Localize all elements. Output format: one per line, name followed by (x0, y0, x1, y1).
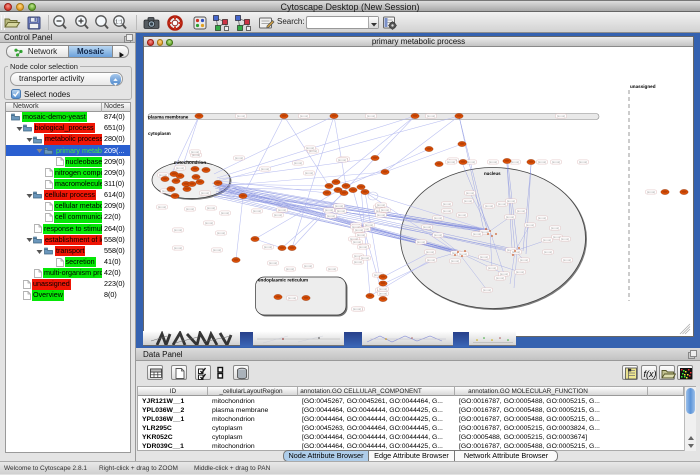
svg-text:(xx xx): (xx xx) (552, 160, 560, 164)
svg-text:(xx xx): (xx xx) (516, 270, 524, 274)
svg-text:(xx xx): (xx xx) (480, 255, 488, 259)
svg-text:(xx xx): (xx xx) (355, 228, 363, 232)
svg-text:(xx xx): (xx xx) (359, 245, 367, 249)
svg-text:(xx xx): (xx xx) (496, 276, 504, 280)
svg-text:(xx xx): (xx xx) (526, 223, 534, 227)
svg-text:endoplasmic reticulum: endoplasmic reticulum (258, 278, 308, 283)
svg-text:(xx xx): (xx xx) (381, 208, 389, 212)
svg-text:(xx xx): (xx xx) (538, 216, 546, 220)
svg-text:(xx xx): (xx xx) (201, 191, 209, 195)
svg-text:(xx xx): (xx xx) (261, 167, 269, 171)
svg-text:(xx xx): (xx xx) (512, 250, 520, 254)
svg-text:(xx xx): (xx xx) (174, 246, 182, 250)
svg-text:(xx xx): (xx xx) (563, 258, 571, 262)
svg-text:(xx xx): (xx xx) (488, 266, 496, 270)
svg-text:(xx xx): (xx xx) (205, 221, 213, 225)
svg-text:1:1: 1:1 (115, 20, 123, 26)
svg-text:(xx xx): (xx xx) (221, 211, 229, 215)
svg-text:(xx xx): (xx xx) (325, 208, 333, 212)
svg-text:(xx xx): (xx xx) (288, 296, 296, 300)
svg-text:(xx xx): (xx xx) (361, 256, 369, 260)
svg-text:(xx xx): (xx xx) (327, 214, 335, 218)
svg-text:(xx xx): (xx xx) (335, 204, 343, 208)
svg-text:(xx xx): (xx xx) (443, 202, 451, 206)
svg-text:(xx xx): (xx xx) (579, 160, 587, 164)
svg-text:(xx xx): (xx xx) (458, 213, 466, 217)
svg-text:(xx xx): (xx xx) (511, 160, 519, 164)
svg-text:(xx xx): (xx xx) (517, 209, 525, 213)
svg-text:(xx xx): (xx xx) (557, 114, 565, 118)
svg-text:(xx xx): (xx xx) (485, 204, 493, 208)
svg-text:(xx xx): (xx xx) (447, 160, 455, 164)
svg-text:(xx xx): (xx xx) (213, 248, 221, 252)
svg-text:(xx xx): (xx xx) (451, 259, 459, 263)
svg-text:(xx xx): (xx xx) (158, 205, 166, 209)
svg-text:(xx xx): (xx xx) (561, 237, 569, 241)
svg-text:f(x): f(x) (644, 369, 657, 379)
svg-text:(xx xx): (xx xx) (306, 146, 314, 150)
svg-text:(xx xx): (xx xx) (191, 150, 199, 154)
svg-text:(xx xx): (xx xx) (338, 158, 346, 162)
svg-text:(xx xx): (xx xx) (235, 156, 243, 160)
svg-text:(xx xx): (xx xx) (217, 231, 225, 235)
svg-text:(xx xx): (xx xx) (473, 232, 481, 236)
svg-text:(xx xx): (xx xx) (176, 166, 184, 170)
svg-text:unassigned: unassigned (630, 84, 656, 89)
svg-text:cytoplasm: cytoplasm (148, 131, 171, 136)
svg-text:(xx xx): (xx xx) (647, 190, 655, 194)
svg-text:(xx xx): (xx xx) (434, 233, 442, 237)
svg-text:(xx xx): (xx xx) (264, 245, 272, 249)
svg-text:(xx xx): (xx xx) (379, 287, 387, 291)
svg-text:(xx xx): (xx xx) (253, 209, 261, 213)
svg-text:(xx xx): (xx xx) (269, 261, 277, 265)
svg-text:(xx xx): (xx xx) (520, 258, 528, 262)
svg-text:mitochondrion: mitochondrion (174, 160, 206, 165)
svg-text:(xx xx): (xx xx) (377, 213, 385, 217)
svg-text:(xx xx): (xx xx) (305, 171, 313, 175)
svg-text:(xx xx): (xx xx) (544, 250, 552, 254)
svg-text:(xx xx): (xx xx) (434, 216, 442, 220)
svg-text:(xx xx): (xx xx) (427, 258, 435, 262)
svg-text:(xx xx): (xx xx) (426, 250, 434, 254)
svg-text:plasma membrane: plasma membrane (148, 115, 189, 120)
svg-text:(xx xx): (xx xx) (427, 114, 435, 118)
svg-text:(xx xx): (xx xx) (467, 160, 475, 164)
svg-text:(xx xx): (xx xx) (498, 202, 506, 206)
svg-text:(xx xx): (xx xx) (207, 206, 215, 210)
svg-text:(xx xx): (xx xx) (274, 213, 282, 217)
svg-text:(xx xx): (xx xx) (466, 191, 474, 195)
svg-text:(xx xx): (xx xx) (543, 238, 551, 242)
svg-text:(xx xx): (xx xx) (443, 209, 451, 213)
svg-text:(xx xx): (xx xx) (186, 207, 194, 211)
svg-text:(xx xx): (xx xx) (294, 161, 302, 165)
svg-text:(xx xx): (xx xx) (278, 208, 286, 212)
svg-text:(xx xx): (xx xx) (357, 233, 365, 237)
svg-text:nucleus: nucleus (484, 171, 501, 176)
svg-text:(xx xx): (xx xx) (379, 292, 387, 296)
svg-text:(xx xx): (xx xx) (464, 199, 472, 203)
svg-text:(xx xx): (xx xx) (367, 114, 375, 118)
svg-text:(xx xx): (xx xx) (286, 267, 294, 271)
svg-text:(xx xx): (xx xx) (483, 288, 491, 292)
svg-text:(xx xx): (xx xx) (506, 215, 514, 219)
svg-text:(xx xx): (xx xx) (174, 228, 182, 232)
svg-text:(xx xx): (xx xx) (353, 240, 361, 244)
svg-text:(xx xx): (xx xx) (354, 260, 362, 264)
svg-text:(xx xx): (xx xx) (304, 264, 312, 268)
svg-text:(xx xx): (xx xx) (353, 307, 361, 311)
svg-text:(xx xx): (xx xx) (489, 160, 497, 164)
svg-text:(xx xx): (xx xx) (237, 114, 245, 118)
svg-text:(xx xx): (xx xx) (423, 225, 431, 229)
svg-text:(xx xx): (xx xx) (300, 114, 308, 118)
svg-text:(xx xx): (xx xx) (551, 226, 559, 230)
svg-text:(xx xx): (xx xx) (337, 209, 345, 213)
svg-text:(xx xx): (xx xx) (538, 160, 546, 164)
svg-text:(xx xx): (xx xx) (507, 199, 515, 203)
svg-text:(xx xx): (xx xx) (328, 267, 336, 271)
svg-text:(xx xx): (xx xx) (459, 252, 467, 256)
svg-text:(xx xx): (xx xx) (377, 203, 385, 207)
svg-text:(xx xx): (xx xx) (417, 240, 425, 244)
